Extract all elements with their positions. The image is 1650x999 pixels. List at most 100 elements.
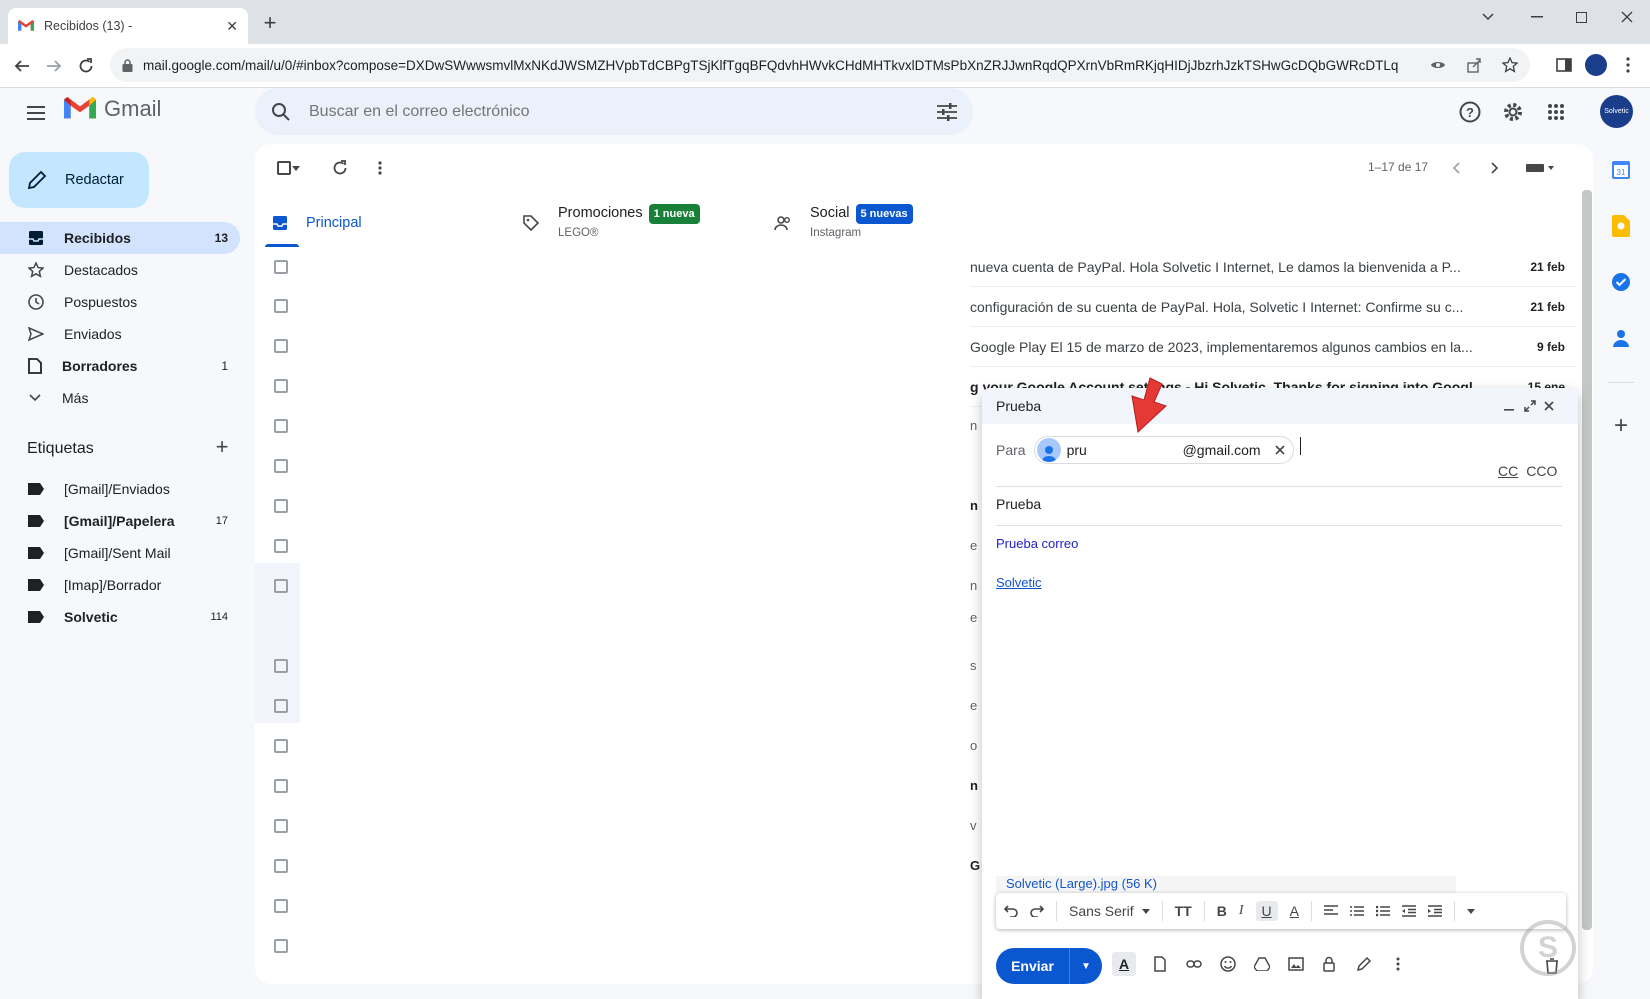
attach-file-icon[interactable]: [1150, 952, 1170, 976]
profile-avatar-icon[interactable]: [1582, 51, 1610, 79]
search-input[interactable]: [309, 102, 919, 121]
row-checkbox[interactable]: [274, 859, 288, 873]
keyboard-icon[interactable]: [1520, 154, 1560, 182]
body-text[interactable]: Prueba correo: [996, 536, 1078, 551]
row-checkbox[interactable]: [274, 699, 288, 713]
text-color-icon[interactable]: A: [1290, 903, 1299, 919]
prev-page-icon[interactable]: [1442, 154, 1470, 182]
compose-header[interactable]: Prueba: [982, 388, 1578, 424]
cc-link[interactable]: CC: [1498, 463, 1518, 479]
address-bar[interactable]: mail.google.com/mail/u/0/#inbox?compose=…: [110, 48, 1530, 82]
row-checkbox[interactable]: [274, 939, 288, 953]
minimize-icon[interactable]: [1514, 4, 1560, 30]
browser-menu-icon[interactable]: [1614, 51, 1642, 79]
redo-icon[interactable]: [1030, 905, 1044, 917]
more-options-icon[interactable]: [1388, 952, 1408, 976]
sidebar-item-more[interactable]: Más: [0, 382, 240, 414]
row-checkbox[interactable]: [274, 339, 288, 353]
row-checkbox[interactable]: [274, 819, 288, 833]
confidential-lock-icon[interactable]: [1320, 952, 1340, 976]
indent-less-icon[interactable]: [1401, 905, 1416, 917]
label-item[interactable]: [Gmail]/Enviados: [0, 473, 240, 505]
subject-field[interactable]: Prueba: [996, 496, 1041, 512]
back-icon[interactable]: [6, 50, 38, 82]
more-formatting-icon[interactable]: [1466, 908, 1475, 914]
sidebar-item-sent[interactable]: Enviados: [0, 318, 240, 350]
gmail-logo[interactable]: Gmail: [64, 96, 161, 122]
formatting-toggle-icon[interactable]: A: [1112, 952, 1136, 976]
row-checkbox[interactable]: [274, 539, 288, 553]
cc-bcc-links[interactable]: CC CCO: [1498, 463, 1557, 479]
label-item[interactable]: Solvetic 114: [0, 601, 240, 633]
label-item[interactable]: [Gmail]/Papelera 17: [0, 505, 240, 537]
tab-social[interactable]: Social 5 nuevas Instagram: [774, 198, 913, 248]
tab-close-icon[interactable]: ✕: [226, 18, 238, 35]
share-icon[interactable]: [1466, 57, 1482, 73]
row-checkbox[interactable]: [274, 659, 288, 673]
scrollbar[interactable]: [1582, 190, 1592, 930]
search-icon[interactable]: [271, 102, 291, 122]
window-close-icon[interactable]: [1604, 4, 1650, 30]
indent-more-icon[interactable]: [1427, 905, 1442, 917]
add-label-button[interactable]: +: [210, 436, 234, 460]
label-item[interactable]: [Imap]/Borrador: [0, 569, 240, 601]
row-checkbox[interactable]: [274, 499, 288, 513]
row-checkbox[interactable]: [274, 260, 288, 274]
select-dropdown-icon[interactable]: [288, 154, 304, 182]
sidebar-item-drafts[interactable]: Borradores 1: [0, 350, 240, 382]
refresh-icon[interactable]: [326, 154, 354, 182]
signature-pen-icon[interactable]: [1354, 952, 1374, 976]
bold-icon[interactable]: B: [1217, 903, 1227, 919]
bcc-link[interactable]: CCO: [1526, 463, 1557, 479]
search-bar[interactable]: [255, 88, 973, 135]
italic-icon[interactable]: I: [1239, 903, 1244, 919]
add-addon-button[interactable]: +: [1607, 412, 1635, 440]
side-panel-icon[interactable]: [1550, 51, 1578, 79]
undo-icon[interactable]: [1004, 905, 1018, 917]
insert-photo-icon[interactable]: [1286, 952, 1306, 976]
remove-recipient-icon[interactable]: [1275, 445, 1285, 455]
row-checkbox[interactable]: [274, 899, 288, 913]
row-checkbox[interactable]: [274, 739, 288, 753]
tasks-icon[interactable]: [1607, 268, 1635, 296]
font-size-icon[interactable]: TT: [1175, 903, 1192, 919]
sidebar-item-snoozed[interactable]: Pospuestos: [0, 286, 240, 318]
mail-row[interactable]: nueva cuenta de PayPal. Hola Solvetic I …: [970, 247, 1575, 287]
fullscreen-icon[interactable]: [1524, 400, 1544, 412]
emoji-icon[interactable]: [1218, 952, 1238, 976]
bulleted-list-icon[interactable]: [1375, 905, 1390, 917]
recipient-chip[interactable]: pru @gmail.com: [1033, 436, 1294, 464]
tab-principal[interactable]: Principal: [272, 198, 362, 248]
compose-button[interactable]: Redactar: [9, 152, 149, 208]
main-menu-icon[interactable]: [20, 97, 52, 129]
search-options-icon[interactable]: [937, 102, 957, 121]
tab-promotions[interactable]: Promociones 1 nueva LEGO®: [522, 198, 700, 248]
row-checkbox[interactable]: [274, 299, 288, 313]
close-compose-icon[interactable]: [1544, 401, 1564, 411]
send-button[interactable]: Enviar ▼: [996, 948, 1102, 984]
sidebar-item-starred[interactable]: Destacados: [0, 254, 240, 286]
next-page-icon[interactable]: [1481, 154, 1509, 182]
keep-icon[interactable]: [1607, 212, 1635, 240]
numbered-list-icon[interactable]: [1349, 905, 1364, 917]
account-avatar[interactable]: Solvetic: [1600, 95, 1633, 128]
forward-icon[interactable]: [38, 50, 70, 82]
row-checkbox[interactable]: [274, 379, 288, 393]
row-checkbox[interactable]: [274, 459, 288, 473]
apps-grid-icon[interactable]: [1540, 96, 1572, 128]
minimize-compose-icon[interactable]: [1504, 401, 1524, 411]
row-checkbox[interactable]: [274, 579, 288, 593]
tab-search-icon[interactable]: [1465, 4, 1511, 30]
browser-tab[interactable]: Recibidos (13) - ✕: [8, 8, 248, 44]
underline-icon[interactable]: U: [1255, 901, 1278, 921]
new-tab-button[interactable]: +: [258, 12, 282, 36]
maximize-icon[interactable]: [1558, 4, 1604, 30]
sidebar-item-inbox[interactable]: Recibidos 13: [0, 222, 240, 254]
reload-icon[interactable]: [70, 50, 102, 82]
insert-link-icon[interactable]: [1184, 952, 1204, 976]
eye-icon[interactable]: [1430, 59, 1446, 71]
row-checkbox[interactable]: [274, 779, 288, 793]
send-options-icon[interactable]: ▼: [1070, 961, 1102, 972]
to-field[interactable]: Para pru @gmail.com: [996, 430, 1562, 470]
contacts-icon[interactable]: [1607, 324, 1635, 352]
